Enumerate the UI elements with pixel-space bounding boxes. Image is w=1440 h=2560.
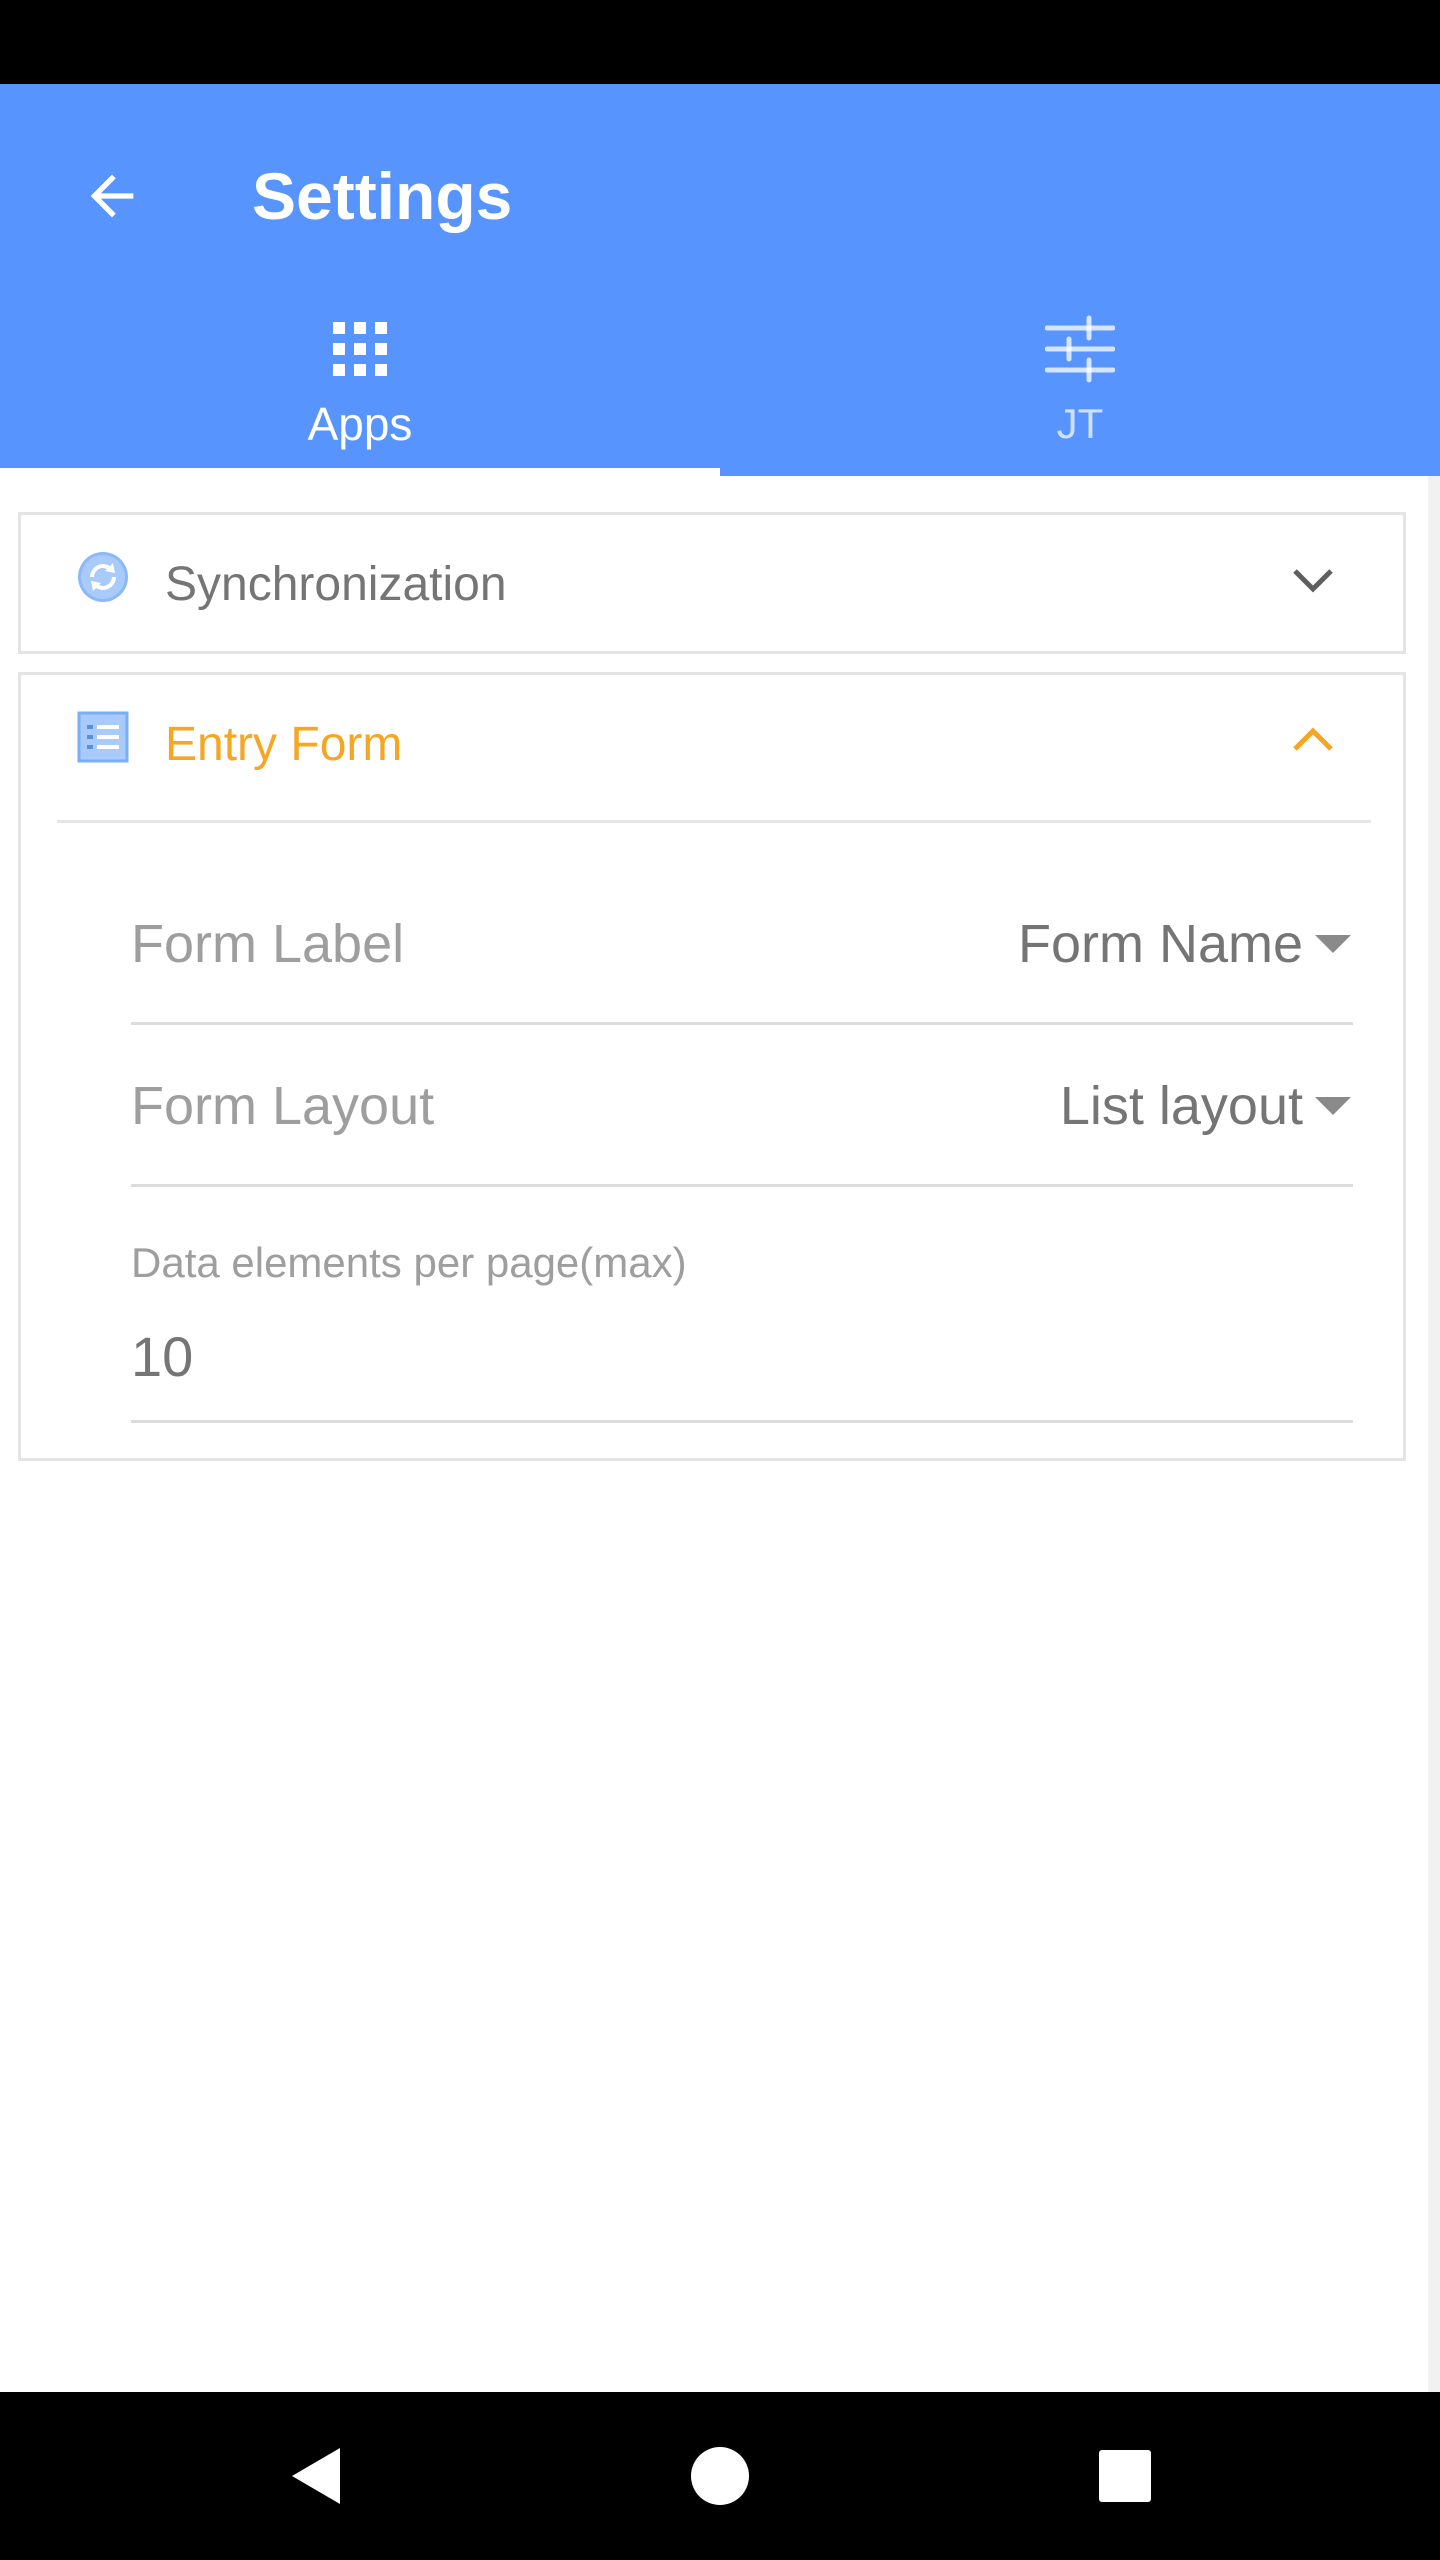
nav-recent-icon[interactable]: [1085, 2436, 1165, 2516]
arrow-back-icon: [90, 174, 134, 218]
dropdown-arrow-icon: [1315, 935, 1351, 953]
form-layout-setting[interactable]: Form Layout List layout: [131, 1025, 1353, 1187]
sync-icon: [78, 552, 128, 602]
dropdown-arrow-icon: [1315, 1097, 1351, 1115]
chevron-down-icon[interactable]: [1283, 551, 1343, 611]
tab-indicator: [0, 468, 720, 476]
sync-section-title: Synchronization: [165, 558, 507, 611]
data-elements-caption: Data elements per page(max): [131, 1239, 687, 1286]
form-layout-label: Form Layout: [131, 1076, 435, 1136]
form-list-icon: [77, 711, 129, 763]
scroll-track: [1428, 476, 1440, 2392]
data-elements-field[interactable]: Data elements per page(max) 10: [131, 1223, 1353, 1423]
page-title: Settings: [252, 159, 513, 233]
nav-home-icon[interactable]: [680, 2436, 760, 2516]
sliders-icon: [1045, 315, 1115, 383]
divider: [57, 820, 1371, 823]
apps-grid-icon: [333, 322, 387, 376]
tab-bar: Apps JT: [0, 284, 1440, 476]
form-label-label: Form Label: [131, 914, 405, 974]
tab-jt-label: JT: [1056, 400, 1104, 447]
form-label-value: Form Name: [1017, 914, 1303, 974]
sync-section-header[interactable]: Synchronization: [21, 515, 1403, 657]
tab-apps[interactable]: Apps: [0, 284, 720, 476]
app-bar: Settings Apps JT: [0, 84, 1440, 476]
data-elements-input[interactable]: 10: [131, 1321, 193, 1393]
settings-content: Synchronization Entry Form Form Label Fo…: [0, 476, 1440, 2392]
tab-apps-label: Apps: [307, 398, 413, 450]
form-label-setting[interactable]: Form Label Form Name: [131, 863, 1353, 1025]
tab-jt[interactable]: JT: [720, 284, 1440, 476]
nav-back-icon[interactable]: [280, 2436, 360, 2516]
entry-form-section-title: Entry Form: [165, 718, 403, 771]
form-layout-value: List layout: [1059, 1076, 1303, 1136]
status-bar: [0, 0, 1440, 84]
chevron-up-icon[interactable]: [1283, 711, 1343, 771]
back-button[interactable]: [60, 144, 164, 248]
entry-form-section: Entry Form Form Label Form Name Form Lay…: [18, 672, 1406, 1461]
sync-section: Synchronization: [18, 512, 1406, 654]
navigation-bar: [0, 2392, 1440, 2560]
entry-form-section-header[interactable]: Entry Form: [21, 675, 1403, 817]
